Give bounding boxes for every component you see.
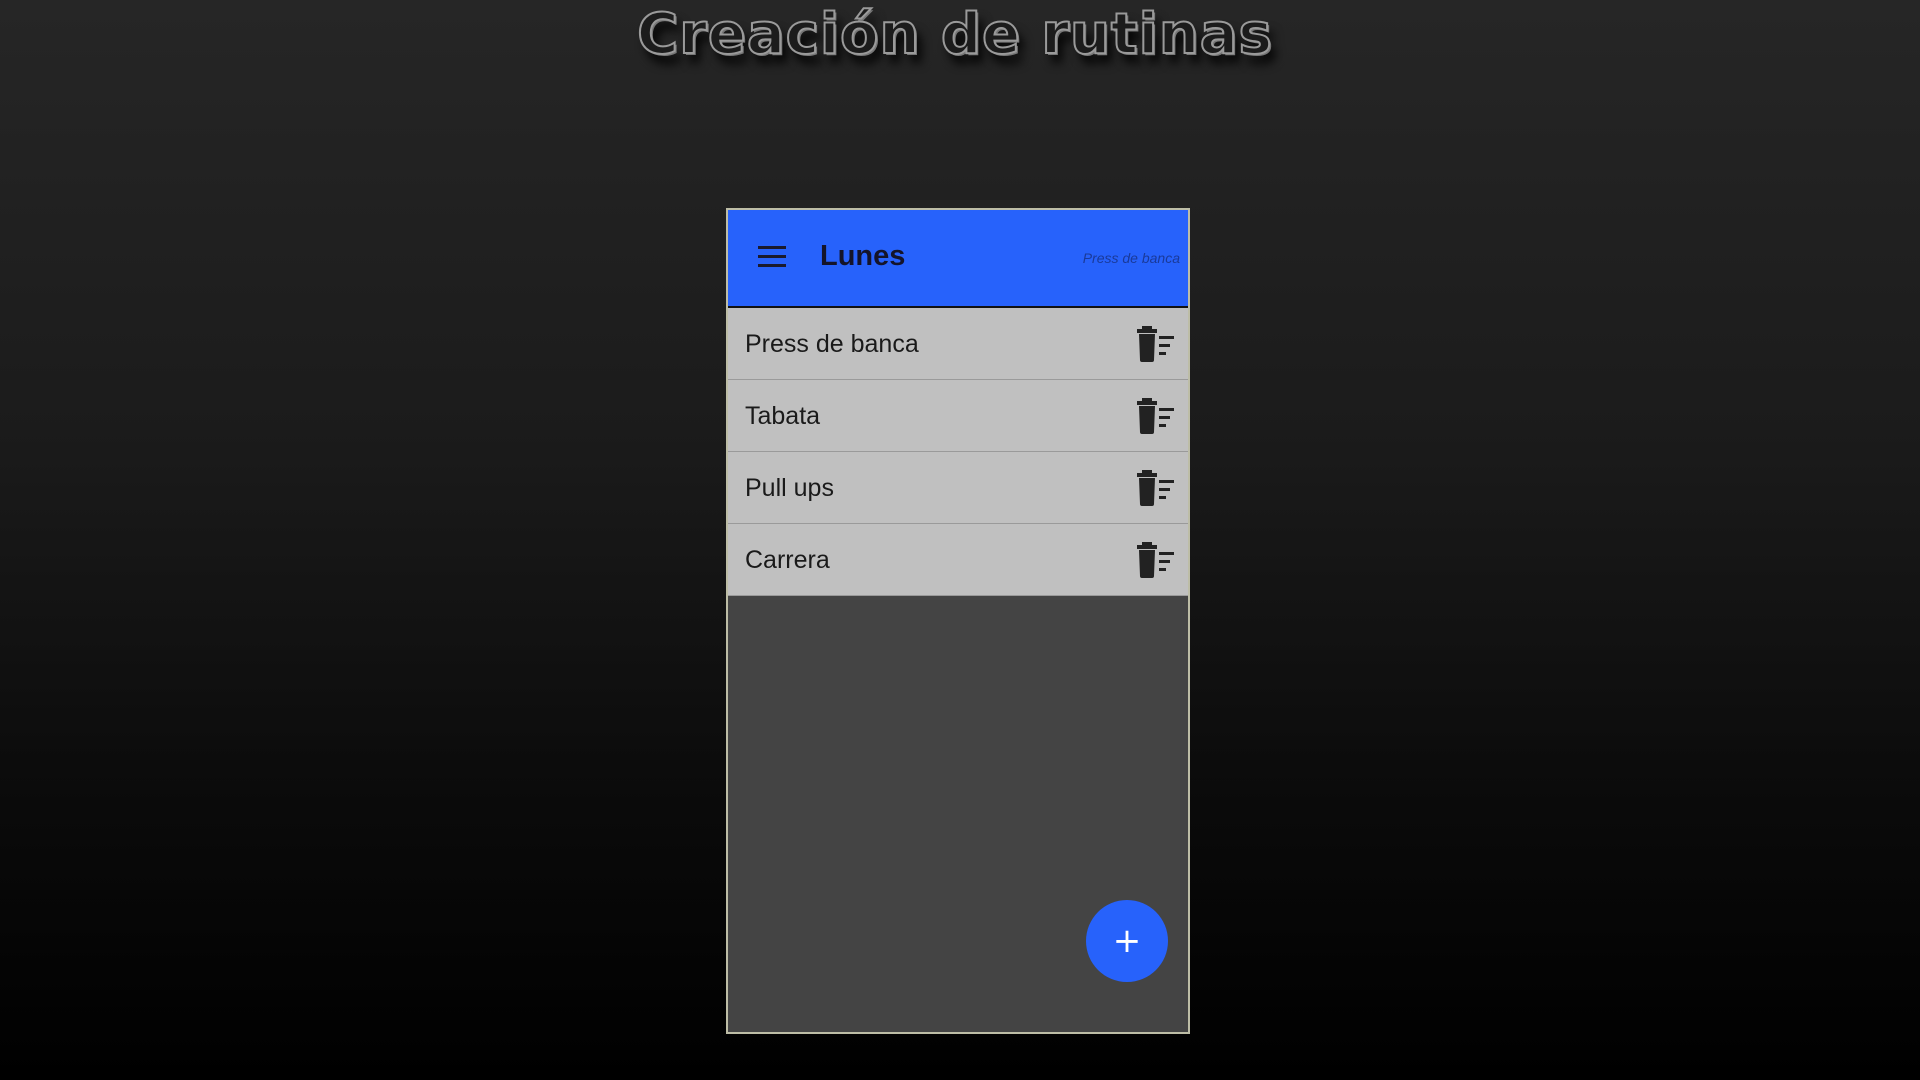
routine-list: Press de banca Tabata Pull ups Carrera: [728, 308, 1188, 596]
add-routine-button[interactable]: +: [1086, 900, 1168, 982]
list-item[interactable]: Tabata: [728, 380, 1188, 452]
delete-sweep-icon[interactable]: [1136, 470, 1176, 506]
delete-sweep-icon[interactable]: [1136, 326, 1176, 362]
routine-label: Pull ups: [745, 474, 834, 502]
routine-label: Tabata: [745, 402, 821, 430]
list-item[interactable]: Press de banca: [728, 308, 1188, 380]
app-title: Lunes: [820, 240, 906, 272]
slide-title: Creación de rutinas: [636, 1, 1273, 68]
routine-label: Press de banca: [745, 330, 919, 358]
app-subtitle: Press de banca: [1082, 250, 1180, 266]
delete-sweep-icon[interactable]: [1136, 542, 1176, 578]
menu-line: [758, 246, 786, 249]
list-item[interactable]: Carrera: [728, 524, 1188, 596]
menu-line: [758, 264, 786, 267]
routine-label: Carrera: [745, 546, 830, 574]
app-bar: Lunes Press de banca: [728, 210, 1188, 308]
delete-sweep-icon[interactable]: [1136, 398, 1176, 434]
menu-line: [758, 255, 786, 258]
list-item[interactable]: Pull ups: [728, 452, 1188, 524]
phone-screen: Lunes Press de banca Press de banca Taba…: [726, 208, 1190, 1034]
hamburger-menu-icon[interactable]: [758, 246, 788, 270]
